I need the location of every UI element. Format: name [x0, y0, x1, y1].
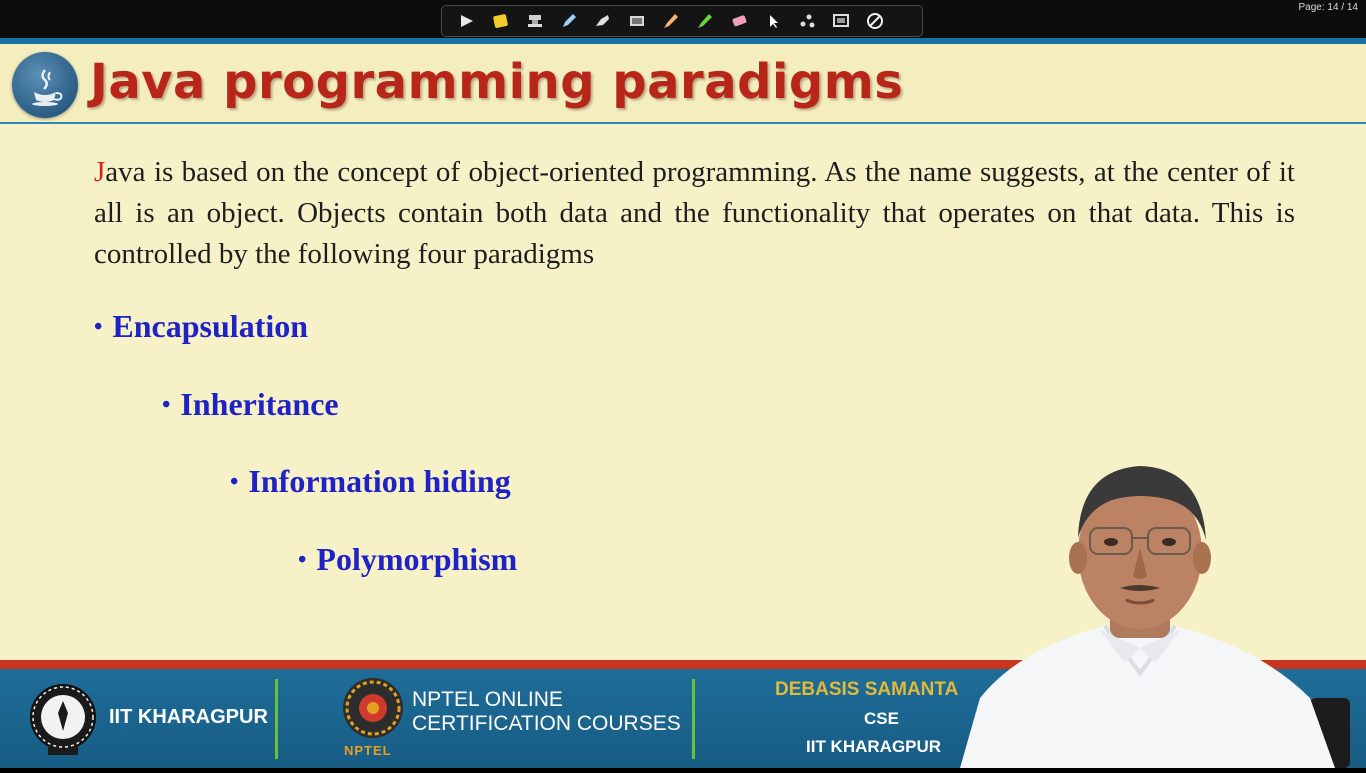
speaker-video — [940, 458, 1366, 768]
java-logo-icon — [12, 52, 78, 118]
bullet-information-hiding: • Information hiding — [230, 463, 511, 500]
presenter-department: CSE — [864, 709, 899, 728]
annotation-toolbar — [441, 5, 923, 37]
presenter-name: DEBASIS SAMANTA — [775, 679, 959, 700]
bullet-dot-icon: • — [230, 469, 239, 495]
nptel-title-line2: CERTIFICATION COURSES — [412, 712, 681, 735]
top-bar: Page: 14 / 14 — [0, 0, 1366, 44]
whiteboard-icon[interactable] — [828, 10, 853, 32]
sticky-note-icon[interactable] — [488, 10, 513, 32]
nptel-wordmark: NPTEL — [344, 743, 392, 758]
eraser-icon[interactable] — [726, 10, 751, 32]
nptel-title-line1: NPTEL ONLINE — [412, 688, 563, 711]
cursor-icon[interactable] — [760, 10, 785, 32]
highlighter-icon[interactable] — [658, 10, 683, 32]
paragraph-first-letter: J — [94, 156, 106, 188]
institute-name: IIT KHARAGPUR — [109, 706, 268, 728]
bullet-label: Information hiding — [248, 463, 511, 499]
page-counter: Page: 14 / 14 — [1298, 2, 1359, 13]
screen-icon[interactable] — [624, 10, 649, 32]
footer-divider — [692, 679, 695, 759]
iit-kharagpur-logo-icon — [24, 679, 102, 759]
bullet-dot-icon: • — [162, 392, 171, 418]
title-bar: Java programming paradigms — [0, 44, 1366, 124]
nptel-logo-icon — [340, 675, 406, 741]
close-icon[interactable] — [862, 10, 887, 32]
bullet-encapsulation: • Encapsulation — [94, 308, 308, 345]
slide-title: Java programming paradigms — [90, 54, 904, 110]
bullet-polymorphism: • Polymorphism — [298, 541, 517, 578]
green-highlighter-icon[interactable] — [692, 10, 717, 32]
stamp-icon[interactable] — [522, 10, 547, 32]
bullet-inheritance: • Inheritance — [162, 386, 339, 423]
pen-icon[interactable] — [556, 10, 581, 32]
bullet-label: Polymorphism — [316, 541, 518, 577]
bullet-dot-icon: • — [94, 314, 103, 340]
bullet-label: Encapsulation — [112, 308, 309, 344]
pointer-arrow-icon[interactable] — [454, 10, 479, 32]
body-paragraph: Java is based on the concept of object-o… — [94, 152, 1295, 275]
footer-divider — [275, 679, 278, 759]
paragraph-text: ava is based on the concept of object-or… — [94, 156, 1295, 270]
bullet-dot-icon: • — [298, 547, 307, 573]
marker-icon[interactable] — [590, 10, 615, 32]
presenter-institute: IIT KHARAGPUR — [806, 737, 942, 756]
laser-dots-icon[interactable] — [794, 10, 819, 32]
bullet-label: Inheritance — [180, 386, 339, 422]
